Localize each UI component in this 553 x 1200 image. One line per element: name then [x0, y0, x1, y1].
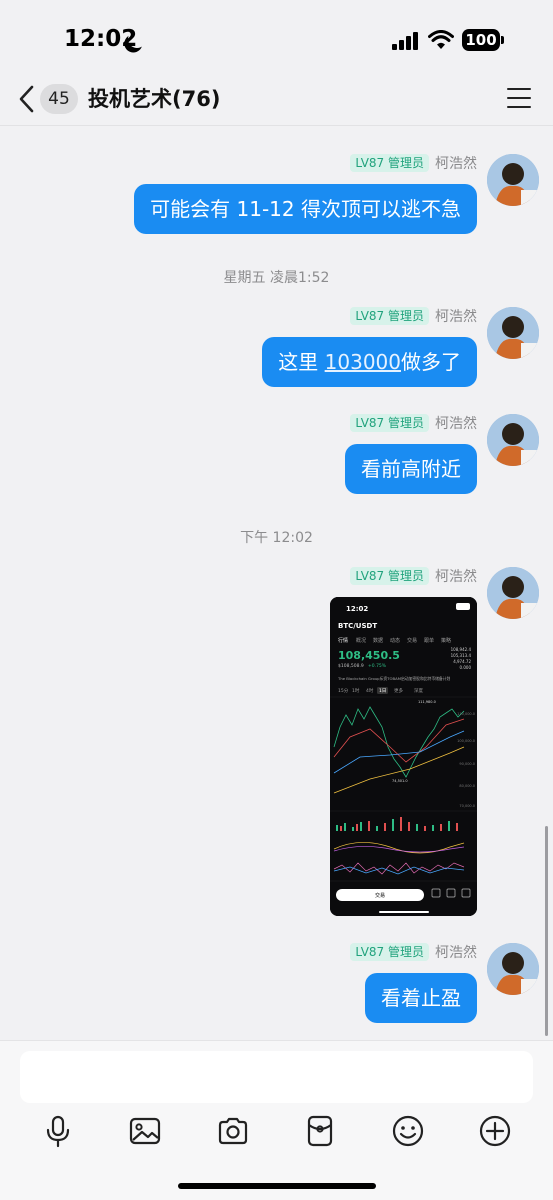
emoji-icon[interactable] [390, 1113, 426, 1149]
svg-text:跟单: 跟单 [424, 637, 434, 644]
microphone-icon[interactable] [40, 1113, 76, 1149]
message-text: 做多了 [401, 350, 461, 374]
svg-text:+0.75%: +0.75% [368, 663, 387, 669]
svg-text:The Blockchain Group斥资TOBAM启动加: The Blockchain Group斥资TOBAM启动加密股和比特币储备计划 [337, 676, 451, 681]
svg-text:1时: 1时 [352, 687, 360, 694]
svg-text:105,313.4: 105,313.4 [451, 653, 472, 658]
svg-text:策略: 策略 [441, 637, 451, 644]
avatar[interactable] [487, 414, 539, 466]
svg-text:概况: 概况 [356, 637, 366, 644]
sender-name[interactable]: 柯浩然 [435, 566, 477, 586]
red-packet-icon[interactable] [302, 1113, 338, 1149]
sender-row: LV87 管理员 柯浩然 [350, 153, 477, 173]
svg-text:110,000.0: 110,000.0 [457, 712, 475, 716]
avatar[interactable] [487, 154, 539, 206]
back-icon[interactable] [16, 84, 38, 114]
screenshot-time: 12:02 [346, 605, 368, 613]
svg-text:74,501.0: 74,501.0 [392, 779, 408, 783]
battery-indicator: 100 [462, 29, 504, 51]
status-time: 12:02 [64, 26, 138, 52]
message-bubble[interactable]: 可能会有 11-12 得次顶可以逃不急 [134, 184, 477, 234]
svg-text:90,000.0: 90,000.0 [459, 762, 475, 766]
svg-text:80,000.0: 80,000.0 [459, 784, 475, 788]
chat-header: 45 投机艺术(76) [0, 74, 553, 126]
sender-name[interactable]: 柯浩然 [435, 942, 477, 962]
sender-row: LV87 管理员 柯浩然 [350, 413, 477, 433]
svg-text:深度: 深度 [414, 687, 423, 694]
sender-name[interactable]: 柯浩然 [435, 413, 477, 433]
sender-name[interactable]: 柯浩然 [435, 153, 477, 173]
sender-row: LV87 管理员 柯浩然 [350, 566, 477, 586]
svg-text:行情: 行情 [338, 637, 348, 644]
svg-text:交易: 交易 [375, 892, 385, 899]
message-list[interactable]: LV87 管理员 柯浩然 可能会有 11-12 得次顶可以逃不急 星期五 凌晨1… [0, 126, 553, 1040]
scrollbar[interactable] [545, 826, 548, 1036]
avatar[interactable] [487, 943, 539, 995]
avatar[interactable] [487, 567, 539, 619]
menu-icon[interactable] [507, 88, 531, 108]
level-badge: LV87 管理员 [350, 307, 429, 325]
message-bubble[interactable]: 看前高附近 [345, 444, 477, 494]
add-icon[interactable] [477, 1113, 513, 1149]
status-bar: 12:02 100 [0, 0, 553, 74]
wifi-icon [428, 30, 454, 49]
svg-text:70,000.0: 70,000.0 [459, 804, 475, 808]
svg-text:动态: 动态 [390, 637, 400, 644]
image-message[interactable]: 12:02 BTC/USDT 行情 概况 数据 动态 交易 跟单 策略 108,… [330, 597, 477, 916]
sender-name[interactable]: 柯浩然 [435, 306, 477, 326]
level-badge: LV87 管理员 [350, 943, 429, 961]
chat-title[interactable]: 投机艺术(76) [88, 84, 220, 114]
svg-text:111,980.0: 111,980.0 [418, 700, 436, 704]
message-text: 这里 [278, 350, 325, 374]
composer [0, 1040, 553, 1200]
svg-text:15分: 15分 [338, 687, 349, 694]
svg-text:交易: 交易 [407, 637, 417, 644]
svg-text:$108,508.9: $108,508.9 [338, 663, 364, 669]
svg-text:4,974.72: 4,974.72 [453, 659, 471, 664]
sender-row: LV87 管理员 柯浩然 [350, 942, 477, 962]
avatar[interactable] [487, 307, 539, 359]
svg-text:数据: 数据 [373, 637, 383, 644]
time-separator: 下午 12:02 [240, 530, 313, 546]
message-bubble[interactable]: 这里 103000做多了 [262, 337, 477, 387]
level-badge: LV87 管理员 [350, 154, 429, 172]
message-bubble[interactable]: 看着止盈 [365, 973, 477, 1023]
sender-row: LV87 管理员 柯浩然 [350, 306, 477, 326]
unread-count-badge[interactable]: 45 [40, 84, 78, 114]
message-input[interactable] [20, 1051, 533, 1103]
svg-text:更多: 更多 [394, 687, 403, 694]
camera-icon[interactable] [215, 1113, 251, 1149]
svg-text:0.000: 0.000 [460, 665, 472, 670]
level-badge: LV87 管理员 [350, 414, 429, 432]
svg-text:100,000.0: 100,000.0 [457, 739, 475, 743]
screenshot-price: 108,450.5 [338, 649, 400, 662]
screenshot-pair: BTC/USDT [338, 622, 377, 630]
svg-text:108,942.4: 108,942.4 [451, 647, 472, 652]
time-separator: 星期五 凌晨1:52 [223, 270, 330, 286]
level-badge: LV87 管理员 [350, 567, 429, 585]
image-icon[interactable] [127, 1113, 163, 1149]
home-indicator[interactable] [178, 1183, 376, 1189]
number-link[interactable]: 103000 [325, 350, 401, 374]
cellular-signal-icon [392, 32, 420, 50]
svg-text:1日: 1日 [379, 688, 386, 694]
svg-text:4时: 4时 [366, 687, 374, 694]
